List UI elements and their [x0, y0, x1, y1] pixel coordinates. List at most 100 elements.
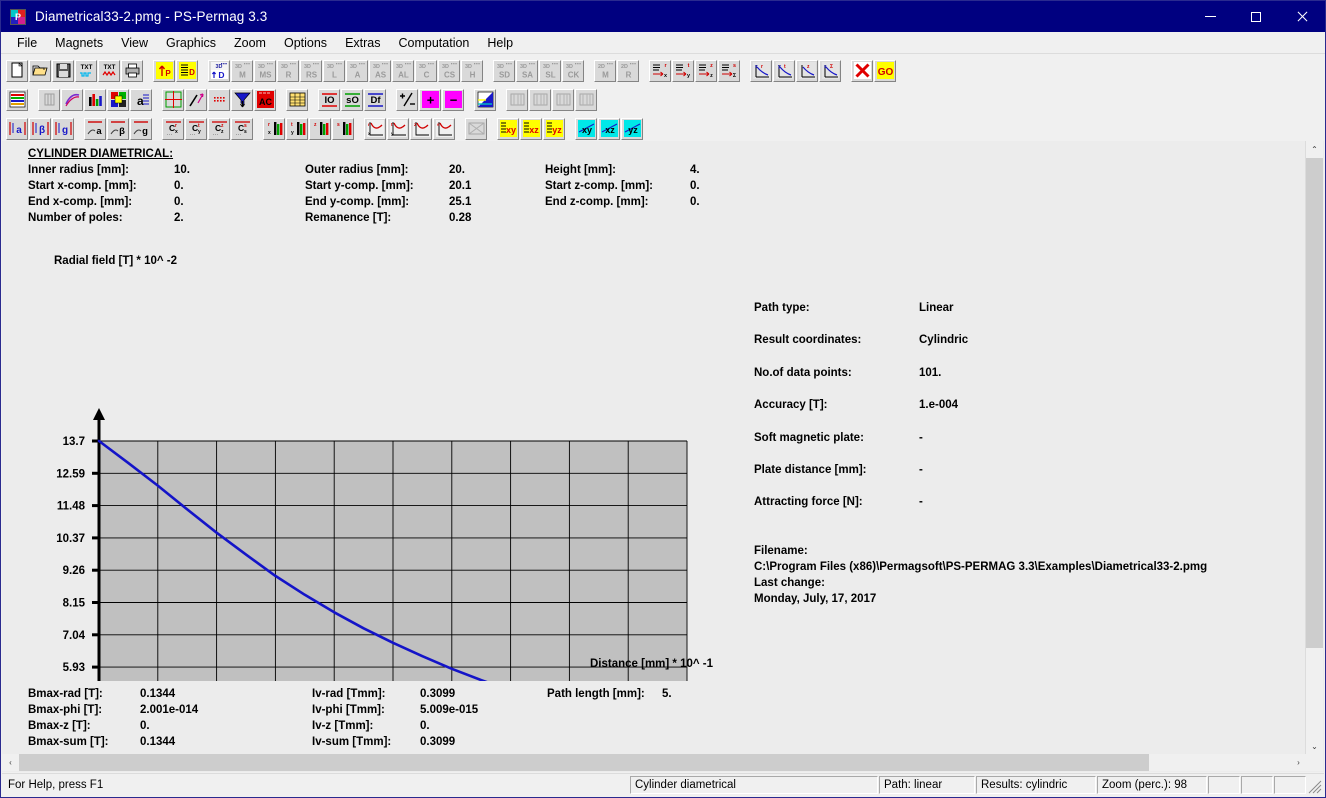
curve-s-icon[interactable]: s	[433, 118, 455, 140]
horizontal-scroll-thumb[interactable]	[19, 754, 1149, 771]
magnet-2d-r-icon: 2DR	[617, 60, 639, 82]
curve-z-icon[interactable]: z	[410, 118, 432, 140]
go-computation-icon[interactable]: GO	[874, 60, 896, 82]
section-xy-icon[interactable]: xy	[575, 118, 597, 140]
path-rx-icon[interactable]: rx	[649, 60, 671, 82]
export-text-icon[interactable]: TXT	[98, 60, 120, 82]
comp-z-icon[interactable]: Czz	[208, 118, 230, 140]
svg-text:SL: SL	[545, 71, 555, 80]
comp-rx-icon[interactable]: Crx	[162, 118, 184, 140]
bar-ty-icon[interactable]: ty	[286, 118, 308, 140]
plus-minus-icon[interactable]	[396, 89, 418, 111]
autocalc-icon[interactable]: AC	[254, 89, 276, 111]
maximize-button[interactable]	[1233, 1, 1279, 32]
path-sum-icon[interactable]: sΣ	[718, 60, 740, 82]
svg-text:CK: CK	[567, 71, 579, 80]
comp-s-icon[interactable]: Css	[231, 118, 253, 140]
menu-file[interactable]: File	[8, 34, 46, 52]
zoom-out-icon[interactable]: −	[442, 89, 464, 111]
plane-xy-icon[interactable]: xy	[497, 118, 519, 140]
svg-text:3D: 3D	[419, 64, 426, 70]
path-z-icon[interactable]: zz	[695, 60, 717, 82]
bar-chart-icon[interactable]	[84, 89, 106, 111]
curve-style-icon[interactable]	[61, 89, 83, 111]
funnel-icon[interactable]	[231, 89, 253, 111]
param-value: 0.	[690, 180, 700, 192]
magnet-3d-d-icon[interactable]: 3DD	[208, 60, 230, 82]
document-list-icon[interactable]: D	[176, 60, 198, 82]
graph-g-icon[interactable]: g	[130, 118, 152, 140]
save-file-icon[interactable]	[52, 60, 74, 82]
scroll-down-button[interactable]: ⌄	[1306, 738, 1323, 755]
minimize-button[interactable]	[1187, 1, 1233, 32]
scroll-right-button[interactable]: ›	[1290, 754, 1307, 771]
maximize-icon	[1251, 12, 1261, 22]
section-yz-icon[interactable]: yz	[621, 118, 643, 140]
dots-icon[interactable]	[208, 89, 230, 111]
curve-rx-icon[interactable]: rx	[364, 118, 386, 140]
plot-rx-icon[interactable]: rx	[750, 60, 772, 82]
table-icon[interactable]	[286, 89, 308, 111]
plot-sum-icon[interactable]: Σs	[819, 60, 841, 82]
vertical-scroll-thumb[interactable]	[1306, 158, 1323, 648]
close-button[interactable]	[1279, 1, 1325, 32]
color-scale-icon[interactable]	[6, 89, 28, 111]
font-icon[interactable]: a	[130, 89, 152, 111]
horizontal-scrollbar[interactable]: ‹ ›	[2, 754, 1307, 771]
text-a-icon[interactable]: a	[6, 118, 28, 140]
project-up-icon[interactable]: P	[153, 60, 175, 82]
status-path: Path: linear	[879, 776, 975, 794]
zoom-in-icon[interactable]: +	[419, 89, 441, 111]
menu-extras[interactable]: Extras	[336, 34, 389, 52]
bar-rx-icon[interactable]: rx	[263, 118, 285, 140]
svg-text:11.48: 11.48	[57, 501, 86, 513]
print-icon[interactable]	[121, 60, 143, 82]
magnet-3d-m-icon: 3DM	[231, 60, 253, 82]
open-file-icon[interactable]	[29, 60, 51, 82]
vector-icon[interactable]	[185, 89, 207, 111]
path-ty-icon[interactable]: ty	[672, 60, 694, 82]
menu-graphics[interactable]: Graphics	[157, 34, 225, 52]
graph-beta-icon[interactable]: β	[107, 118, 129, 140]
svg-text:H: H	[469, 71, 475, 80]
plot-z-icon[interactable]: z	[796, 60, 818, 82]
magnet-3d-cs-icon: 3DCS	[438, 60, 460, 82]
palette-icon[interactable]	[107, 89, 129, 111]
plane-xz-icon[interactable]: xz	[520, 118, 542, 140]
menu-zoom[interactable]: Zoom	[225, 34, 275, 52]
section-xz-icon[interactable]: xz	[598, 118, 620, 140]
graph-a-icon[interactable]: a	[84, 118, 106, 140]
vertical-scrollbar[interactable]: ⌃ ⌄	[1305, 141, 1323, 755]
menu-help[interactable]: Help	[478, 34, 522, 52]
scroll-left-button[interactable]: ‹	[2, 754, 19, 771]
df-icon[interactable]: Df	[364, 89, 386, 111]
menu-computation[interactable]: Computation	[390, 34, 479, 52]
text-g-icon[interactable]: g	[52, 118, 74, 140]
plot-ty-icon[interactable]: ty	[773, 60, 795, 82]
new-file-icon[interactable]	[6, 60, 28, 82]
scroll-up-button[interactable]: ⌃	[1306, 141, 1323, 158]
import-text-icon[interactable]: TXT	[75, 60, 97, 82]
toolbar-group: xyxzyz	[575, 118, 644, 140]
menu-view[interactable]: View	[112, 34, 157, 52]
svg-text:s: s	[824, 64, 827, 70]
magnet-3d-sd-icon: 3DSD	[493, 60, 515, 82]
curve-ty-icon[interactable]: ty	[387, 118, 409, 140]
gradient-icon[interactable]	[474, 89, 496, 111]
stop-computation-icon[interactable]	[851, 60, 873, 82]
magnet-3d-c-icon: 3DC	[415, 60, 437, 82]
bar-z-icon[interactable]: z	[309, 118, 331, 140]
resize-grip-icon[interactable]	[1308, 780, 1322, 794]
io-icon[interactable]: IO	[318, 89, 340, 111]
text-beta-icon[interactable]: β	[29, 118, 51, 140]
plane-yz-icon[interactable]: yz	[543, 118, 565, 140]
window-title: Diametrical33-2.pmg - PS-Permag 3.3	[35, 9, 267, 24]
menu-options[interactable]: Options	[275, 34, 336, 52]
crosshair-icon[interactable]	[162, 89, 184, 111]
menu-magnets[interactable]: Magnets	[46, 34, 112, 52]
bar-s-icon[interactable]: s	[332, 118, 354, 140]
toolbar-group	[474, 89, 497, 111]
comp-ty-icon[interactable]: Cty	[185, 118, 207, 140]
align-icon	[552, 89, 574, 111]
so-icon[interactable]: sO	[341, 89, 363, 111]
